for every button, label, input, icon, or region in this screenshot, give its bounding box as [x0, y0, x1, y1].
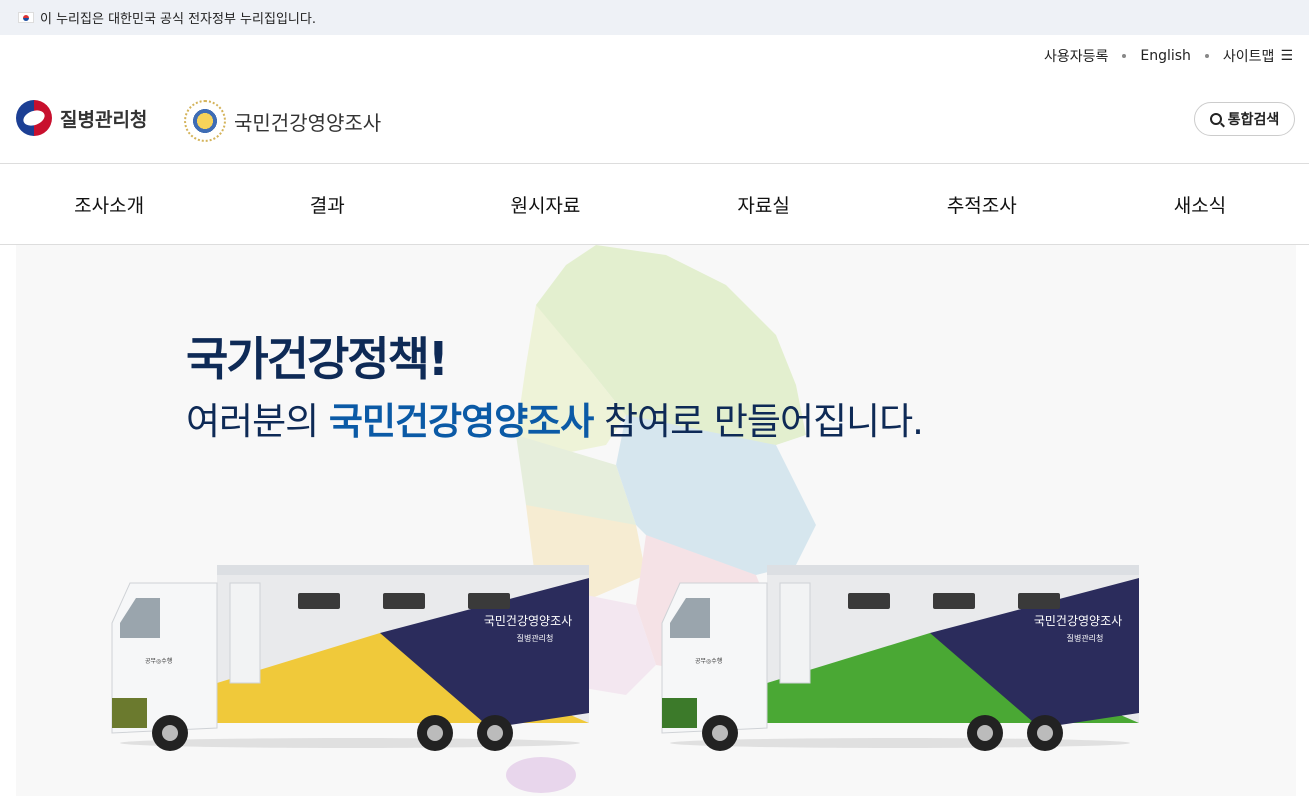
- english-link[interactable]: English: [1140, 48, 1191, 64]
- nav-item-library[interactable]: 자료실: [655, 164, 873, 244]
- kdca-logo[interactable]: 질병관리청: [16, 100, 147, 136]
- kdca-emblem-icon: [16, 100, 52, 136]
- hero-title: 국가건강정책!: [186, 332, 449, 386]
- hero-subtitle-pre: 여러분의: [186, 400, 329, 443]
- site-header: 질병관리청 국민건강영양조사 통합검색: [0, 92, 1309, 144]
- truck-plate-text: 공무◎수행: [695, 657, 722, 665]
- hero-subtitle-accent: 국민건강영양조사: [328, 400, 594, 443]
- hero-subtitle: 여러분의 국민건강영양조사 참여로 만들어집니다.: [186, 391, 924, 445]
- kdca-name: 질병관리청: [60, 108, 148, 131]
- truck-agency-text: 질병관리청: [517, 633, 554, 643]
- search-button[interactable]: 통합검색: [1194, 102, 1295, 136]
- separator-dot: [1122, 54, 1127, 58]
- hero-subtitle-post: 참여로 만들어집니다.: [593, 400, 924, 443]
- hamburger-menu-icon[interactable]: ☰: [1280, 48, 1293, 64]
- korea-flag-icon: [18, 12, 34, 23]
- nav-item-follow-up[interactable]: 추적조사: [873, 164, 1091, 244]
- truck-agency-text: 질병관리청: [1067, 633, 1104, 643]
- truck-brand-text: 국민건강영양조사: [484, 614, 572, 628]
- truck-brand-text: 국민건강영양조사: [1034, 614, 1122, 628]
- utility-nav: 사용자등록 English 사이트맵 ☰: [1044, 46, 1293, 66]
- survey-truck-yellow: 국민건강영양조사 질병관리청 공무◎수행: [111, 565, 589, 751]
- knhanes-logo[interactable]: 국민건강영양조사: [184, 100, 381, 142]
- nav-item-raw-data[interactable]: 원시자료: [436, 164, 654, 244]
- hero-banner: 국가건강정책! 여러분의 국민건강영양조사 참여로 만들어집니다. 국민건강영양…: [16, 245, 1296, 796]
- separator-dot: [1204, 54, 1209, 58]
- nav-item-survey-intro[interactable]: 조사소개: [0, 164, 218, 244]
- truck-plate-text: 공무◎수행: [145, 657, 172, 665]
- knhanes-emblem-icon: [184, 100, 226, 142]
- search-label: 통합검색: [1227, 112, 1280, 128]
- gov-banner-text: 이 누리집은 대한민국 공식 전자정부 누리집입니다.: [40, 12, 316, 27]
- nav-item-news[interactable]: 새소식: [1091, 164, 1309, 244]
- register-link[interactable]: 사용자등록: [1044, 46, 1108, 66]
- nav-item-results[interactable]: 결과: [218, 164, 436, 244]
- search-icon: [1209, 113, 1222, 125]
- main-nav: 조사소개 결과 원시자료 자료실 추적조사 새소식: [0, 163, 1309, 245]
- gov-banner: 이 누리집은 대한민국 공식 전자정부 누리집입니다.: [0, 0, 1309, 35]
- sitemap-link[interactable]: 사이트맵: [1223, 46, 1275, 66]
- survey-truck-green: 국민건강영양조사 질병관리청 공무◎수행: [661, 565, 1139, 751]
- site-name: 국민건강영양조사: [234, 110, 382, 135]
